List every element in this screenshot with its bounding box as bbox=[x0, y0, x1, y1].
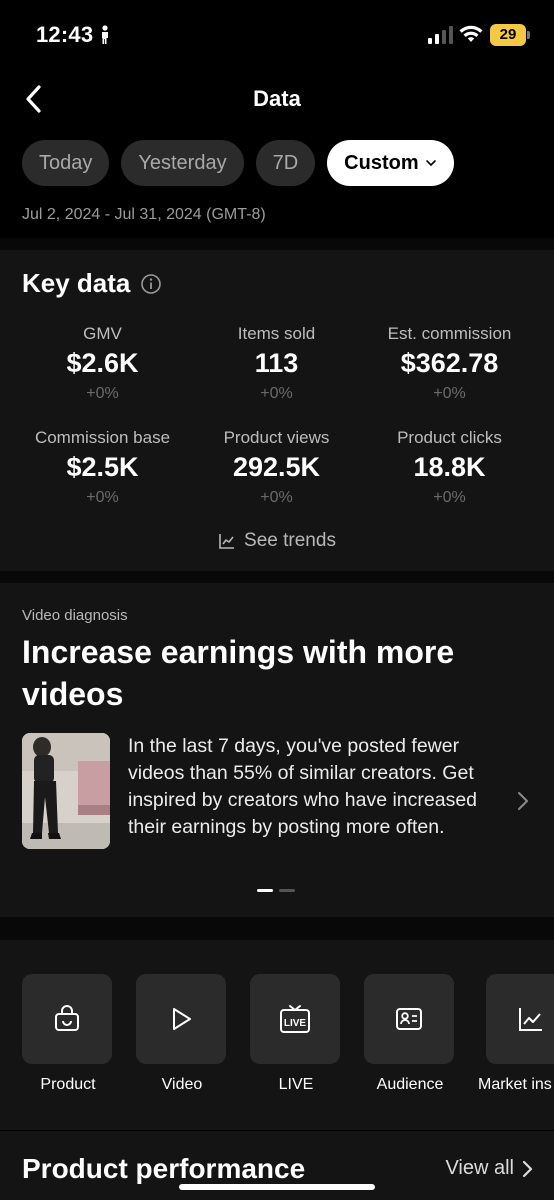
chevron-right-icon[interactable] bbox=[516, 790, 530, 812]
metric-label: Commission base bbox=[34, 428, 171, 447]
tab-custom[interactable]: Custom bbox=[327, 140, 454, 186]
tool-video-box bbox=[136, 974, 226, 1064]
metric-value: $2.6K bbox=[66, 348, 139, 378]
view-all-link[interactable]: View all bbox=[445, 1157, 534, 1180]
tool-label: Video bbox=[161, 1076, 203, 1093]
section-divider bbox=[0, 238, 554, 250]
tool-live[interactable]: LIVE LIVE bbox=[250, 974, 342, 1094]
metric-label: Items sold bbox=[237, 324, 316, 343]
product-performance-title: Product performance bbox=[22, 1153, 306, 1184]
metric-label: Product clicks bbox=[397, 428, 502, 447]
metric-value: 113 bbox=[254, 348, 299, 378]
metric-value: 292.5K bbox=[232, 452, 321, 482]
tool-audience[interactable]: Audience bbox=[364, 974, 456, 1094]
metric-value: 18.8K bbox=[413, 452, 486, 482]
tool-label: Product bbox=[40, 1076, 96, 1093]
tool-market-insights[interactable]: Market ins bbox=[478, 974, 554, 1094]
page-title: Data bbox=[253, 86, 301, 111]
line-chart-icon bbox=[519, 1008, 542, 1031]
tab-yesterday[interactable]: Yesterday bbox=[121, 140, 244, 186]
view-all-label: View all bbox=[445, 1157, 514, 1179]
tool-video[interactable]: Video bbox=[136, 974, 228, 1094]
tool-market-box bbox=[486, 974, 554, 1064]
metric-commission-base[interactable]: Commission base $2.5K +0% bbox=[10, 428, 195, 507]
tab-custom-label: Custom bbox=[344, 151, 419, 174]
key-data-header: Key data bbox=[22, 268, 162, 299]
video-thumbnail-image bbox=[22, 733, 110, 849]
metric-change: +0% bbox=[433, 385, 466, 402]
section-divider bbox=[0, 917, 554, 940]
play-icon bbox=[173, 1008, 191, 1030]
video-diagnosis-card[interactable]: Video diagnosis Increase earnings with m… bbox=[0, 583, 554, 917]
metric-change: +0% bbox=[86, 489, 119, 506]
metric-items-sold[interactable]: Items sold 113 +0% bbox=[184, 324, 369, 403]
svg-text:LIVE: LIVE bbox=[284, 1018, 307, 1029]
see-trends-link[interactable]: See trends bbox=[0, 530, 554, 552]
info-icon[interactable] bbox=[140, 273, 162, 295]
live-tv-icon: LIVE bbox=[280, 1005, 310, 1033]
key-data-card: Key data GMV $2.6K +0% Items sold 113 +0… bbox=[0, 250, 554, 571]
carousel-dot-active bbox=[257, 889, 273, 892]
tool-label: Market ins bbox=[478, 1076, 552, 1093]
tool-audience-box bbox=[364, 974, 454, 1064]
person-icon bbox=[102, 25, 108, 44]
tools-row: Product Video LIVE LIVE Audience Market … bbox=[0, 940, 554, 1130]
video-diagnosis-title: Increase earnings with more videos bbox=[22, 634, 455, 712]
metric-label: Product views bbox=[223, 428, 330, 447]
battery-indicator: 29 bbox=[490, 24, 530, 46]
metric-value: $362.78 bbox=[400, 348, 499, 378]
see-trends-label: See trends bbox=[244, 530, 336, 551]
metric-gmv[interactable]: GMV $2.6K +0% bbox=[10, 324, 195, 403]
tab-7d[interactable]: 7D bbox=[255, 140, 316, 186]
metric-change: +0% bbox=[86, 385, 119, 402]
metric-change: +0% bbox=[260, 385, 293, 402]
video-diagnosis-label: Video diagnosis bbox=[22, 607, 128, 624]
metric-product-clicks[interactable]: Product clicks 18.8K +0% bbox=[357, 428, 542, 507]
metric-est-commission[interactable]: Est. commission $362.78 +0% bbox=[357, 324, 542, 403]
tool-live-box: LIVE bbox=[250, 974, 340, 1064]
metric-label: GMV bbox=[83, 324, 122, 343]
tab-today[interactable]: Today bbox=[22, 140, 110, 186]
tool-label: Audience bbox=[376, 1076, 444, 1093]
status-time: 12:43 bbox=[36, 22, 94, 47]
status-bar: 12:43 29 bbox=[0, 0, 554, 70]
metric-value: $2.5K bbox=[66, 452, 139, 482]
wifi-icon bbox=[459, 25, 483, 42]
metric-label: Est. commission bbox=[387, 324, 512, 343]
tool-label: LIVE bbox=[278, 1076, 314, 1093]
video-thumbnail[interactable] bbox=[22, 733, 110, 849]
id-card-icon bbox=[396, 1008, 422, 1030]
carousel-dots bbox=[257, 889, 295, 892]
tool-product[interactable]: Product bbox=[22, 974, 114, 1094]
tool-product-box bbox=[22, 974, 112, 1064]
section-divider bbox=[0, 571, 554, 583]
metric-change: +0% bbox=[260, 489, 293, 506]
trend-chart-icon bbox=[219, 534, 235, 549]
date-range: Jul 2, 2024 - Jul 31, 2024 (GMT-8) bbox=[22, 206, 266, 223]
chevron-down-icon bbox=[425, 160, 436, 167]
metric-change: +0% bbox=[433, 489, 466, 506]
home-indicator[interactable] bbox=[179, 1184, 375, 1190]
key-data-title: Key data bbox=[22, 268, 131, 298]
video-diagnosis-body: In the last 7 days, you've posted fewer … bbox=[128, 735, 478, 838]
date-tabs: Today Yesterday 7D Custom bbox=[22, 140, 454, 186]
cellular-signal-icon bbox=[428, 26, 453, 44]
metric-product-views[interactable]: Product views 292.5K +0% bbox=[184, 428, 369, 507]
shopping-bag-icon bbox=[55, 1005, 79, 1031]
carousel-dot[interactable] bbox=[279, 889, 295, 892]
chevron-right-icon bbox=[522, 1160, 533, 1177]
top-bar: Data bbox=[0, 70, 554, 130]
